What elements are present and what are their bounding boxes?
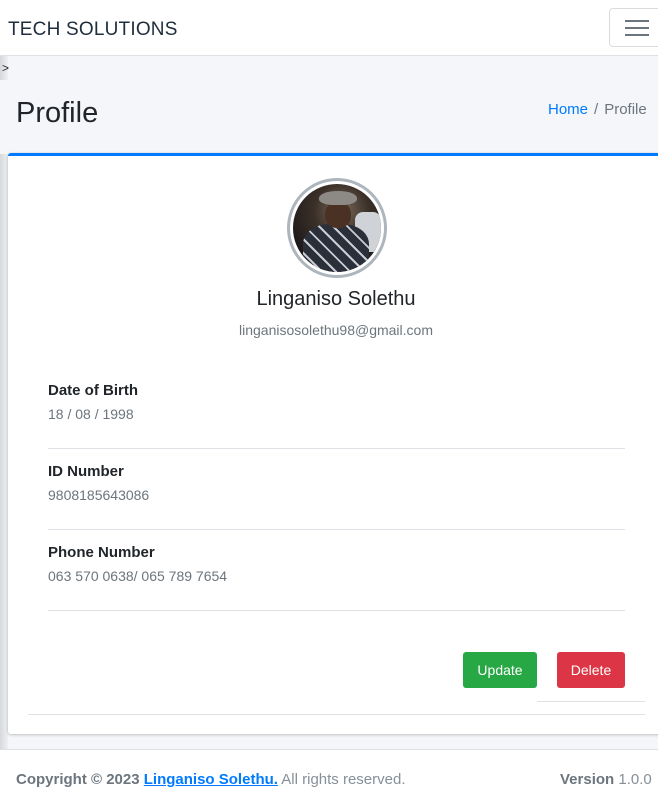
copyright-text: Copyright © 2023 Linganiso Solethu. All … [16,771,406,788]
profile-name: Linganiso Solethu [256,288,416,310]
id-number-label: ID Number [48,463,124,480]
avatar [287,178,387,278]
version-label: Version [560,771,615,788]
dob-label: Date of Birth [48,382,138,399]
copyright-prefix: Copyright © 2023 [16,771,140,788]
id-number-value: 9808185643086 [48,487,150,503]
page-footer: Copyright © 2023 Linganiso Solethu. All … [0,749,658,806]
sidebar-shadow-edge [0,56,8,750]
brand-name[interactable]: TECH SOLUTIONS [8,19,178,41]
navbar-toggle-button[interactable] [609,8,658,47]
page-title: Profile [16,97,99,129]
rights-text: All rights reserved. [281,771,406,788]
profile-email: linganisosolethu98@gmail.com [239,322,433,338]
profile-card: Linganiso Solethu linganisosolethu98@gma… [8,153,658,734]
delete-button[interactable]: Delete [557,652,625,688]
update-button[interactable]: Update [463,652,537,688]
version-value: 1.0.0 [618,771,652,788]
card-footer-divider [28,714,645,715]
divider [537,701,645,702]
stray-text: > [2,61,10,75]
phone-number-label: Phone Number [48,544,155,561]
list-item: ID Number 9808185643086 [48,449,625,530]
list-item: Phone Number 063 570 0638/ 065 789 7654 [48,530,625,611]
content-header: Profile Home / Profile [0,80,658,154]
profile-info-list: Date of Birth 18 / 08 / 1998 ID Number 9… [48,368,625,611]
breadcrumb: Home / Profile [548,101,647,118]
top-navbar: TECH SOLUTIONS [0,0,658,56]
owner-link[interactable]: Linganiso Solethu. [144,771,278,788]
hamburger-menu-icon [625,20,649,22]
profile-photo [293,184,381,272]
phone-number-value: 063 570 0638/ 065 789 7654 [48,568,228,584]
version-info: Version 1.0.0 [560,771,652,788]
breadcrumb-separator: / [594,101,599,118]
breadcrumb-current: Profile [604,101,647,118]
breadcrumb-home-link[interactable]: Home [548,101,588,118]
list-item: Date of Birth 18 / 08 / 1998 [48,368,625,449]
dob-value: 18 / 08 / 1998 [48,406,134,422]
